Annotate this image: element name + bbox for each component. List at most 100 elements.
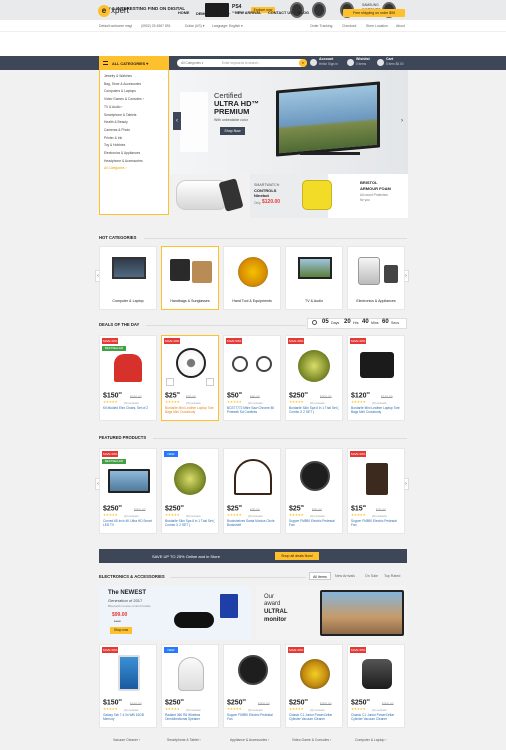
product-price: $25 (289, 505, 301, 513)
product-name[interactable]: Classic C1 Junior PowerCellar Cylinder V… (351, 713, 401, 721)
utility-bar (0, 20, 506, 32)
category-item[interactable]: Health & Beauty (104, 119, 144, 127)
product-name[interactable]: Burdarile Mini Leather Laptop Tote Bags … (165, 406, 215, 414)
cart-title[interactable]: Cart (386, 57, 393, 61)
thumbnail[interactable] (206, 378, 214, 386)
footer-category-link[interactable]: Appliance & Accessories › (230, 738, 269, 742)
product-card[interactable]: SAVE 30% $1599 $20.00 ★★★★★ (0) reviews … (347, 448, 405, 534)
product-card[interactable]: SAVE 30% $2500 $30.00 ★★★★★ (0) reviews … (161, 335, 219, 421)
category-item[interactable]: Cameras & Photo (104, 127, 144, 135)
product-price: $150 (103, 699, 119, 707)
product-card[interactable]: SAVE 30% BESTSELLER $25000 $300.00 ★★★★★… (99, 448, 157, 534)
product-card[interactable]: NEW $25000 ★★★★★ (0) reviews Burdarile S… (161, 448, 219, 534)
tab-all-items[interactable]: All Items (309, 572, 331, 580)
footer-category-link[interactable]: Vacuum Cleaner › (113, 738, 140, 742)
product-name[interactable]: Supper FM890 Electric Pedestal Fan (351, 519, 401, 527)
product-card[interactable]: SAVE 30% $25000 $300.00 ★★★★★ (0) review… (285, 335, 343, 421)
nav-deal[interactable]: DEAL (220, 11, 230, 15)
hot-category-card[interactable]: TV & Audio (285, 246, 343, 310)
product-name[interactable]: Radiant 360 R6 Wireless Omnidirectional … (165, 713, 215, 721)
vr-shop-now-button[interactable]: Shop now (110, 627, 132, 634)
cart-sub[interactable]: 0 item $0.00 (386, 62, 404, 66)
product-name[interactable]: Supper FM890 Electric Pedestal Fan (227, 713, 277, 721)
category-item[interactable]: TV & Audio › (104, 104, 144, 112)
category-item[interactable]: Jewelry & Watches (104, 73, 144, 81)
product-card[interactable]: SAVE 30% $25000 $300.00 ★★★★★ (0) review… (347, 644, 405, 728)
hot-category-card[interactable]: Electronics & Appliances (347, 246, 405, 310)
category-item-all[interactable]: All Categories › (104, 165, 144, 173)
product-card[interactable]: SAVE 30% $25000 $300.00 ★★★★★ (0) review… (285, 644, 343, 728)
language-select[interactable]: Language: English ▾ (212, 24, 243, 28)
product-name[interactable]: Burdarile Mini Leather Laptop Tote Bags … (351, 406, 401, 414)
account-sub[interactable]: Hello! Sign in (319, 62, 338, 66)
tab-new-arrivals[interactable]: New Arrivals (332, 572, 358, 580)
footer-category-link[interactable]: Video Game & Consoles › (292, 738, 331, 742)
logo-text[interactable]: xpert (111, 6, 129, 15)
hot-category-card[interactable]: Handbags & Sunglasses (161, 246, 219, 310)
nav-blog[interactable]: BLOG (298, 11, 309, 15)
product-card[interactable]: SAVE 50% $5000 $60.00 ★★★★★ (0) reviews … (223, 335, 281, 421)
product-name[interactable]: Kit Molded Eiex Chairs, Set of 2 (103, 406, 153, 410)
product-name[interactable]: Burdarile Skin Spa 6 in 1 Trial Set ( Co… (289, 406, 339, 414)
currency-select[interactable]: Dollar (US) ▾ (185, 24, 204, 28)
checkout-link[interactable]: Checkout (342, 24, 356, 28)
electronics-title: ELECTRONICS & ACCESSORIES (99, 574, 165, 579)
wishlist-title[interactable]: Wishlist (356, 57, 370, 61)
thumbnail[interactable] (166, 378, 174, 386)
shop-all-deals-button[interactable]: Shop all deals Now! (275, 552, 319, 560)
nav-demos[interactable]: DEMOS ▾ (196, 11, 213, 16)
footer-category-link[interactable]: Computer & Laptop › (355, 738, 386, 742)
product-price: $25 (227, 505, 239, 513)
product-name[interactable]: BCS77772 Mitre Saw Chrome 80 Pinewell Sd… (227, 406, 277, 414)
divider (146, 325, 306, 326)
category-item[interactable]: Toy & Hobbies (104, 142, 144, 150)
product-name[interactable]: Classic C1 Junior PowerCellar Cylinder V… (289, 713, 339, 721)
monitor-banner-award: award (264, 601, 281, 607)
nav-home[interactable]: HOME (178, 11, 189, 15)
wishlist-sub[interactable]: 0 items (356, 62, 366, 66)
logo-icon[interactable]: e (98, 5, 110, 17)
search-icon[interactable]: ⌕ (299, 59, 307, 67)
hero-next-arrow[interactable]: › (398, 112, 406, 130)
product-card[interactable]: SAVE 30% BESTSELLER $15000 $160.00 ★★★★★… (99, 335, 157, 421)
free-shipping-button[interactable]: Free shipping on order $99 (343, 9, 405, 17)
category-item[interactable]: Electronics & Appliances (104, 150, 144, 158)
category-item[interactable]: Video Games & Consoles › (104, 96, 144, 104)
review-count: (0) reviews (372, 514, 387, 518)
product-card[interactable]: SAVE 30% $12000 $130.00 ★★★★★ (0) review… (347, 335, 405, 421)
hero-prev-arrow[interactable]: ‹ (173, 112, 181, 130)
product-name[interactable]: Galaxy Tab 7 4.0n Wifi 16GB Memory (103, 713, 153, 721)
account-title[interactable]: Account (319, 57, 333, 61)
category-item[interactable]: Printer & Ink (104, 135, 144, 143)
tab-on-sale[interactable]: On Sale (362, 572, 381, 580)
cart-icon[interactable] (377, 59, 384, 66)
product-name[interactable]: Curved 65 Inch 4K Ultra HD Smart LED TV (103, 519, 153, 527)
search-category-select[interactable]: All Categories ▾ (181, 61, 203, 65)
heart-icon[interactable] (347, 59, 354, 66)
tab-top-rated[interactable]: Top Rated (381, 572, 403, 580)
product-card[interactable]: SAVE 30% $15000 $160.00 ★★★★★ (0) review… (99, 644, 157, 728)
category-item[interactable]: Headphone & Accessories (104, 158, 144, 166)
product-card[interactable]: $25000 $300.00 ★★★★★ (0) reviews Supper … (223, 644, 281, 728)
product-name[interactable]: Burdarile Skin Spa 6 in 1 Trial Set ( Co… (165, 519, 215, 527)
product-card[interactable]: $2500 $30.00 ★★★★★ (0) reviews Supper FM… (285, 448, 343, 534)
about-link[interactable]: About (396, 24, 405, 28)
nav-contact-us[interactable]: CONTACT US (268, 11, 293, 15)
divider (170, 577, 306, 578)
category-item[interactable]: Computers & Laptops (104, 88, 144, 96)
order-tracking-link[interactable]: Order Tracking (310, 24, 332, 28)
product-name[interactable]: Bookshelves Santa Monica Circle Bookshel… (227, 519, 277, 527)
product-name[interactable]: Supper FM890 Electric Pedestal Fan (289, 519, 339, 527)
footer-category-link[interactable]: Smartphone & Tablet › (167, 738, 201, 742)
product-card[interactable]: $2500 $30.00 ★★★★★ (0) reviews Bookshelv… (223, 448, 281, 534)
product-card[interactable]: NEW $25000 ★★★★★ (0) reviews Radiant 360… (161, 644, 219, 728)
hot-category-card[interactable]: Hand Tool & Equipments (223, 246, 281, 310)
nav-new-arrival[interactable]: NEW ARRIVAL (235, 11, 261, 15)
category-item[interactable]: Smartphone & Tablets (104, 112, 144, 120)
price-cents: 00 (238, 504, 243, 508)
shop-now-button[interactable]: Shop Now (220, 127, 245, 135)
hot-category-card[interactable]: Computer & Laptop (99, 246, 157, 310)
account-icon[interactable] (310, 59, 317, 66)
category-item[interactable]: Bag, Shoe & Accessories (104, 81, 144, 89)
store-location-link[interactable]: Store Location (366, 24, 388, 28)
